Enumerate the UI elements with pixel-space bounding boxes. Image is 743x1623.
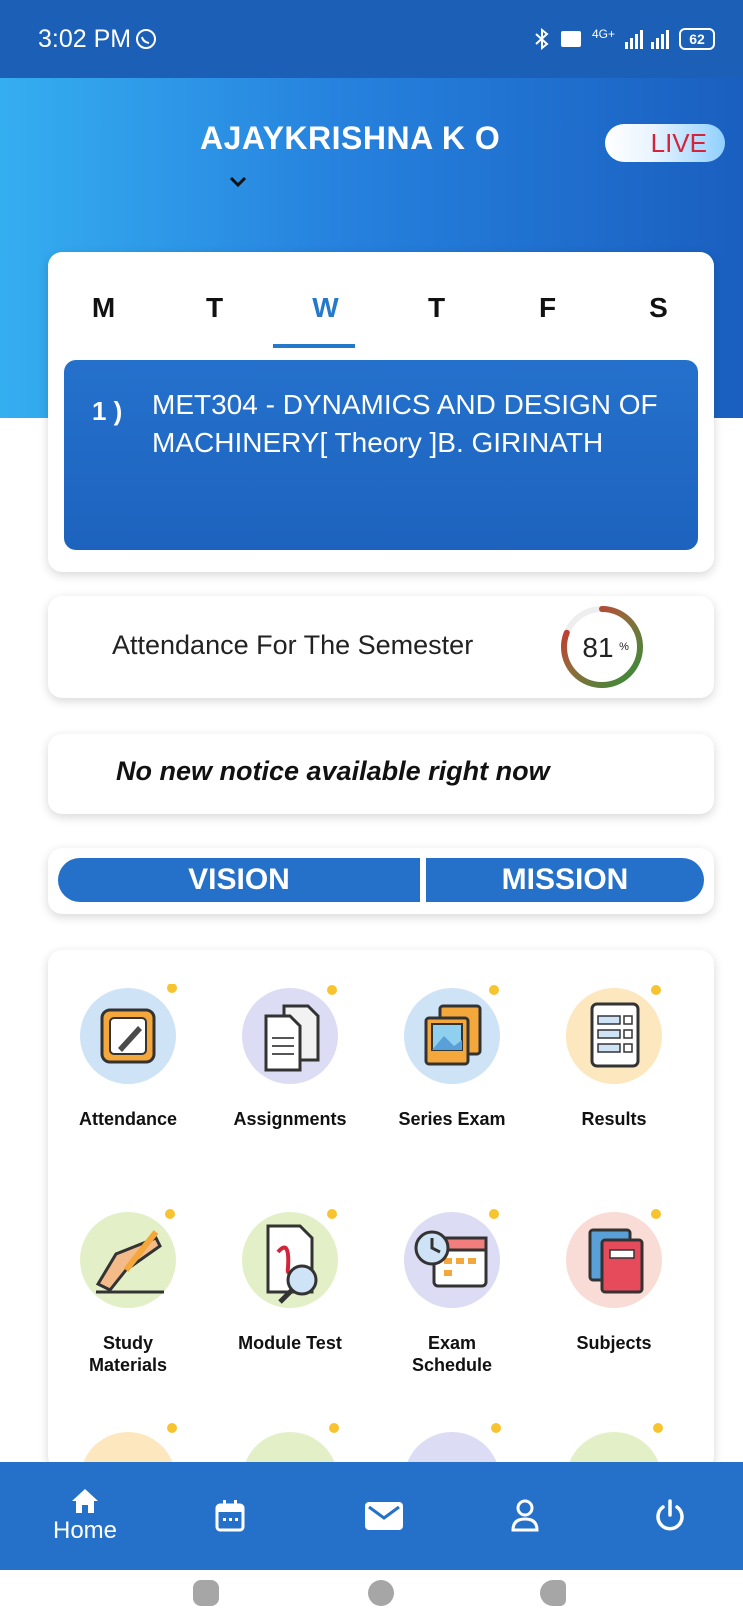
menu-item-series-exam[interactable]: Series Exam	[372, 984, 532, 1130]
menu-label: Results	[581, 1109, 647, 1129]
menu-grid: Attendance Assignments Series Exam Resul…	[48, 950, 714, 1470]
nav-calendar[interactable]	[200, 1462, 260, 1570]
menu-item-results[interactable]: Results	[534, 984, 694, 1130]
notice-card[interactable]: No new notice available right now	[48, 734, 714, 814]
entry-text: MET304 - DYNAMICS AND DESIGN OF MACHINER…	[152, 389, 658, 458]
menu-label: Series Exam	[398, 1109, 506, 1129]
chevron-down-icon[interactable]	[228, 172, 248, 192]
menu-label: Attendance	[78, 1109, 177, 1129]
assignments-documents-icon	[238, 984, 342, 1088]
home-icon	[72, 1489, 98, 1513]
nav-home[interactable]: Home	[40, 1462, 130, 1570]
person-icon	[511, 1499, 539, 1532]
menu-label: Assignments	[233, 1109, 347, 1129]
tab-wednesday[interactable]: W	[270, 292, 381, 324]
menu-item-subjects[interactable]: Subjects	[534, 1208, 694, 1354]
nav-logout[interactable]	[640, 1462, 700, 1570]
status-right: 4G+ 62	[534, 27, 715, 50]
series-exam-picture-icon	[400, 984, 504, 1088]
notice-text: No new notice available right now	[116, 756, 550, 786]
menu-item-module-test[interactable]: Module Test	[210, 1208, 370, 1354]
tab-thursday[interactable]: T	[381, 292, 492, 324]
active-day-indicator	[273, 344, 355, 348]
menu-item-attendance[interactable]: Attendance	[48, 983, 208, 1130]
battery-icon: 62	[679, 28, 715, 50]
entry-index: 1 )	[92, 396, 123, 426]
attendance-percent: 81	[582, 632, 613, 663]
back-icon[interactable]	[540, 1580, 566, 1606]
menu-label: Study Materials	[88, 1333, 168, 1375]
divider	[420, 858, 426, 902]
tab-friday[interactable]: F	[492, 292, 603, 324]
vision-button[interactable]: VISION	[58, 858, 420, 902]
results-checklist-icon	[562, 984, 666, 1088]
user-name[interactable]: AJAYKRISHNA K O	[200, 120, 500, 157]
nav-profile[interactable]	[495, 1462, 555, 1570]
attendance-notepad-icon	[76, 983, 180, 1088]
timetable-entry[interactable]: 1 ) MET304 - DYNAMICS AND DESIGN OF MACH…	[64, 360, 698, 550]
vision-mission-bar: VISION MISSION	[48, 848, 714, 914]
mail-icon	[365, 1502, 403, 1530]
tab-tuesday[interactable]: T	[159, 292, 270, 324]
status-bar: 3:02 PM 4G+ 62	[0, 0, 743, 78]
bottom-nav: Home	[0, 1462, 743, 1570]
menu-label: Subjects	[576, 1333, 652, 1353]
nav-messages[interactable]	[354, 1462, 414, 1570]
live-button[interactable]: LIVE	[605, 124, 725, 162]
home-circle-icon[interactable]	[368, 1580, 394, 1606]
system-nav-bar	[0, 1570, 743, 1623]
module-test-pdf-icon	[238, 1208, 342, 1312]
menu-item-assignments[interactable]: Assignments	[210, 984, 370, 1130]
signal-icon	[625, 30, 669, 49]
attendance-label: Attendance For The Semester	[112, 630, 474, 660]
exam-schedule-calendar-icon	[400, 1208, 504, 1312]
network-type: 4G+	[591, 27, 615, 41]
recent-apps-icon[interactable]	[193, 1580, 219, 1606]
menu-label: Module Test	[238, 1333, 342, 1353]
subjects-books-icon	[562, 1208, 666, 1312]
attendance-card[interactable]: Attendance For The Semester 81 %	[48, 596, 714, 698]
day-tabs: M T W T F S	[48, 292, 714, 324]
tab-monday[interactable]: M	[48, 292, 159, 324]
status-time: 3:02 PM	[38, 24, 132, 53]
menu-label: Exam Schedule	[411, 1333, 493, 1375]
tab-saturday[interactable]: S	[603, 292, 714, 324]
percent-symbol: %	[619, 641, 629, 653]
timetable-card: M T W T F S 1 ) MET304 - DYNAMICS AND DE…	[48, 252, 714, 572]
menu-item-study-materials[interactable]: Study Materials	[48, 1208, 208, 1376]
power-icon	[656, 1499, 684, 1531]
calendar-icon	[215, 1500, 245, 1532]
study-materials-writing-icon	[76, 1208, 180, 1312]
menu-item-exam-schedule[interactable]: Exam Schedule	[372, 1208, 532, 1376]
attendance-ring: 81 %	[561, 606, 643, 688]
whatsapp-icon	[136, 29, 157, 49]
nav-home-label: Home	[52, 1517, 118, 1544]
status-left: 3:02 PM	[38, 25, 157, 54]
volte-icon	[560, 31, 581, 47]
bluetooth-icon	[535, 28, 549, 50]
mission-button[interactable]: MISSION	[426, 858, 704, 902]
